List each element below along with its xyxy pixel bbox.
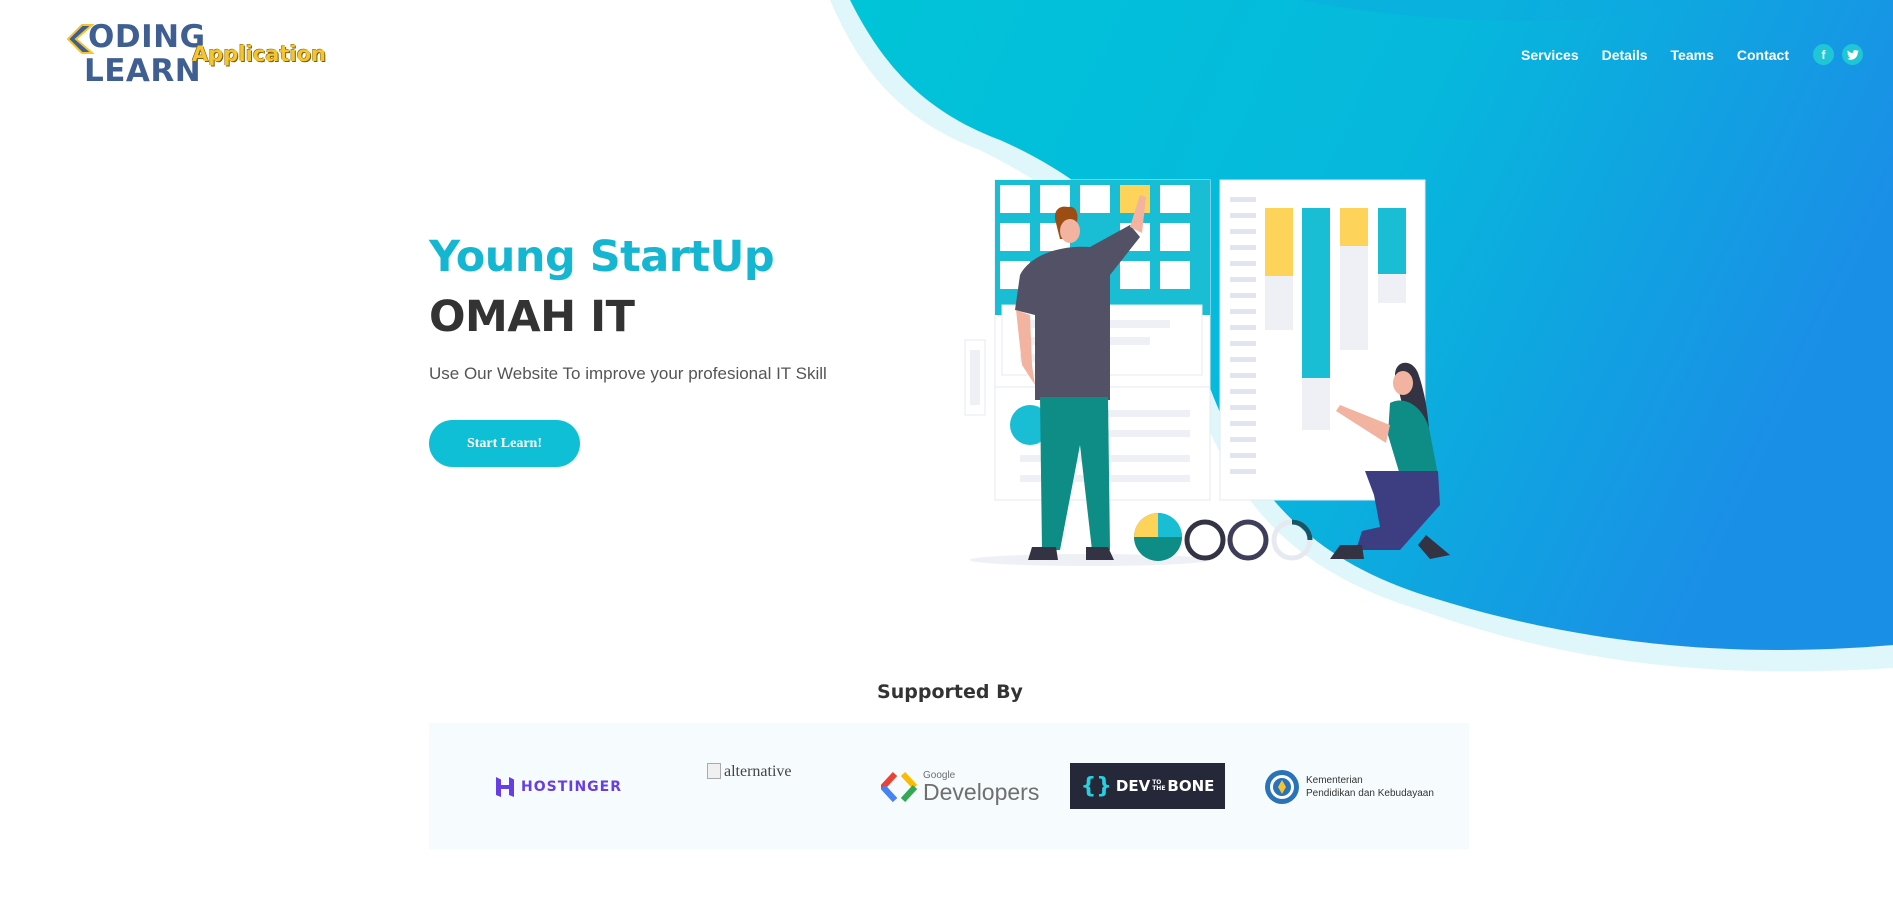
broken-image-icon xyxy=(707,763,721,779)
logo-app-label: Application xyxy=(192,42,326,66)
sponsor-broken-image: alternative xyxy=(707,763,792,783)
site-logo[interactable]: ODING LEARN Application xyxy=(66,20,326,92)
social-links: f xyxy=(1813,44,1863,65)
dev-to-the-bone-the: THE xyxy=(1152,785,1166,792)
supported-by-title: Supported By xyxy=(877,681,1023,703)
dev-to-the-bone-logo: {} DEV TO THE BONE xyxy=(1070,763,1225,809)
nav-services[interactable]: Services xyxy=(1521,46,1579,64)
hero-title-line-2: OMAH IT xyxy=(429,292,635,342)
twitter-icon[interactable] xyxy=(1842,44,1863,65)
landing-page: ODING LEARN Application Services Details… xyxy=(0,0,1893,924)
curly-brace-icon: {} xyxy=(1080,773,1112,799)
sponsor-strip: HOSTINGER alternative Google Developers … xyxy=(429,723,1469,849)
dev-to-the-bone-bone: BONE xyxy=(1167,777,1215,795)
start-learn-button[interactable]: Start Learn! xyxy=(429,420,580,467)
google-developers-wordmark: Google Developers xyxy=(923,771,1040,805)
kemendikbud-line-2: Pendidikan dan Kebudayaan xyxy=(1306,788,1434,799)
pie-chart-illustration xyxy=(1134,513,1313,561)
dev-to-the-bone-small: TO THE xyxy=(1152,780,1165,792)
sponsor-hostinger[interactable]: HOSTINGER xyxy=(495,763,622,811)
dev-to-the-bone-dev: DEV xyxy=(1115,777,1151,795)
google-developers-logo-icon xyxy=(881,772,917,802)
hero-illustration xyxy=(964,179,1450,566)
hero-title-line-1: Young StartUp xyxy=(429,232,775,282)
hostinger-wordmark: HOSTINGER xyxy=(521,779,623,795)
kemendikbud-wordmark: Kementerian Pendidikan dan Kebudayaan xyxy=(1306,774,1434,800)
google-developers-developers-label: Developers xyxy=(923,779,1040,805)
broken-image-alt-text: alternative xyxy=(724,763,792,780)
nav-teams[interactable]: Teams xyxy=(1671,46,1714,64)
nav-contact[interactable]: Contact xyxy=(1737,46,1789,64)
logo-line-1: ODING xyxy=(88,19,206,55)
logo-line-2: LEARN xyxy=(84,53,202,89)
kemendikbud-emblem-icon xyxy=(1265,770,1299,804)
hero-description: Use Our Website To improve your profesio… xyxy=(429,364,827,383)
nav-details[interactable]: Details xyxy=(1602,46,1648,64)
sponsor-google-developers[interactable]: Google Developers xyxy=(881,763,1039,811)
kemendikbud-line-1: Kementerian xyxy=(1306,775,1363,786)
facebook-icon[interactable]: f xyxy=(1813,44,1834,65)
sponsor-kemendikbud[interactable]: Kementerian Pendidikan dan Kebudayaan xyxy=(1264,763,1434,811)
sponsor-dev-to-the-bone[interactable]: {} DEV TO THE BONE xyxy=(1070,762,1225,810)
main-nav: Services Details Teams Contact xyxy=(1521,46,1789,64)
hostinger-logo-icon xyxy=(496,777,514,797)
